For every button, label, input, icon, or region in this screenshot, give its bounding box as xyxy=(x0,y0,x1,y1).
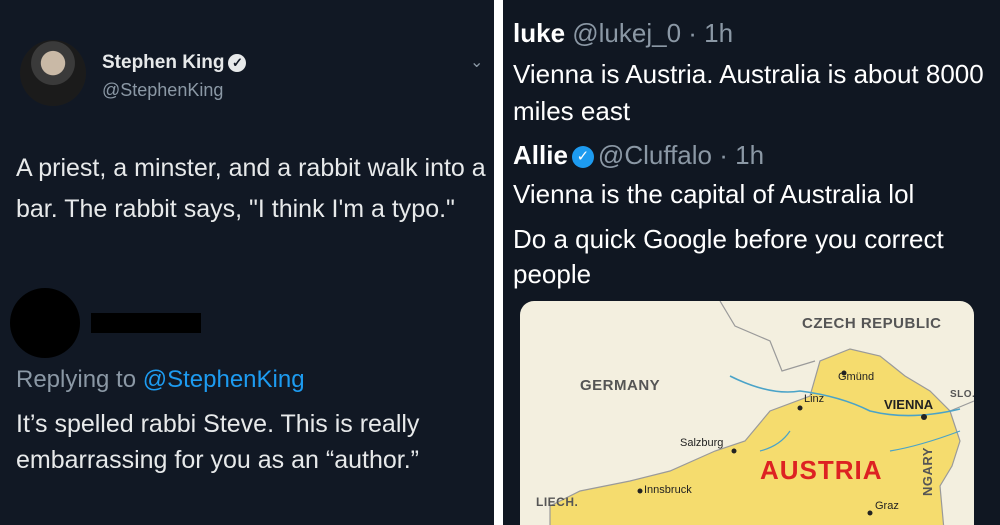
tweet2-name[interactable]: Allie xyxy=(513,140,568,170)
tweet-text: A priest, a minster, and a rabbit walk i… xyxy=(16,154,486,223)
city-label-linz: Linz xyxy=(804,393,825,405)
verified-badge-icon: ✓ xyxy=(571,146,594,169)
author-name-row[interactable]: Stephen King ✓ xyxy=(102,52,247,74)
author-name[interactable]: Stephen King xyxy=(102,52,224,73)
linz-dot xyxy=(797,405,803,411)
map-label-germany: GERMANY xyxy=(580,377,661,394)
city-label-graz: Graz xyxy=(875,500,899,512)
tweet1-name[interactable]: luke xyxy=(513,18,565,48)
tweet1-time[interactable]: · 1h xyxy=(681,18,733,48)
neighbor-border-east xyxy=(949,400,974,412)
reply-text: It’s spelled rabbi Steve. This is really… xyxy=(16,410,420,474)
austria-region xyxy=(549,348,961,525)
tweet2-text-line2: Do a quick Google before you correct peo… xyxy=(513,224,944,289)
reply-avatar-redacted xyxy=(10,288,80,358)
city-label-gmund: Gmünd xyxy=(838,371,875,383)
tweet1-handle[interactable]: @lukej_0 xyxy=(572,18,681,48)
tweet1-header: luke @lukej_0 · 1h xyxy=(513,18,733,49)
tweet-menu-chevron-icon[interactable]: ⌄ xyxy=(470,52,483,72)
tweet1-text: Vienna is Austria. Australia is about 80… xyxy=(513,59,984,126)
tweet2-text-line1: Vienna is the capital of Australia lol xyxy=(513,179,915,209)
replying-to-line: Replying to @StephenKing xyxy=(16,366,305,394)
graz-dot xyxy=(867,510,873,516)
replying-to-mention-link[interactable]: @StephenKing xyxy=(143,366,305,393)
city-label-innsbruck: Innsbruck xyxy=(644,484,692,496)
tweet2-time[interactable]: · 1h xyxy=(712,140,764,170)
stephen-king-avatar[interactable] xyxy=(20,40,86,106)
salzburg-dot xyxy=(731,448,737,454)
austria-map-image[interactable]: CZECH REPUBLIC GERMANY SLO. LIECH. NGARY… xyxy=(520,301,974,525)
map-label-czech: CZECH REPUBLIC xyxy=(802,315,942,332)
map-graphic xyxy=(549,301,974,525)
tweet2-handle[interactable]: @Cluffalo xyxy=(598,140,712,170)
reply-name-redacted xyxy=(91,313,201,333)
map-label-hungary: NGARY xyxy=(920,447,935,496)
map-label-liech: LIECH. xyxy=(536,495,579,509)
map-label-austria: AUSTRIA xyxy=(760,455,883,485)
city-label-salzburg: Salzburg xyxy=(680,437,724,449)
neighbor-border xyxy=(719,301,816,372)
tweet2-header: Allie ✓ @Cluffalo · 1h xyxy=(513,140,764,171)
city-label-vienna: VIENNA xyxy=(884,397,934,412)
verified-badge-icon: ✓ xyxy=(228,53,247,72)
map-label-slo: SLO. xyxy=(950,389,974,400)
innsbruck-dot xyxy=(637,488,643,494)
replying-to-label: Replying to xyxy=(16,366,143,393)
vienna-dot xyxy=(921,414,927,420)
left-tweet-panel: Stephen King ✓ @StephenKing ⌄ A priest, a… xyxy=(0,0,494,525)
author-handle[interactable]: @StephenKing xyxy=(102,80,223,101)
